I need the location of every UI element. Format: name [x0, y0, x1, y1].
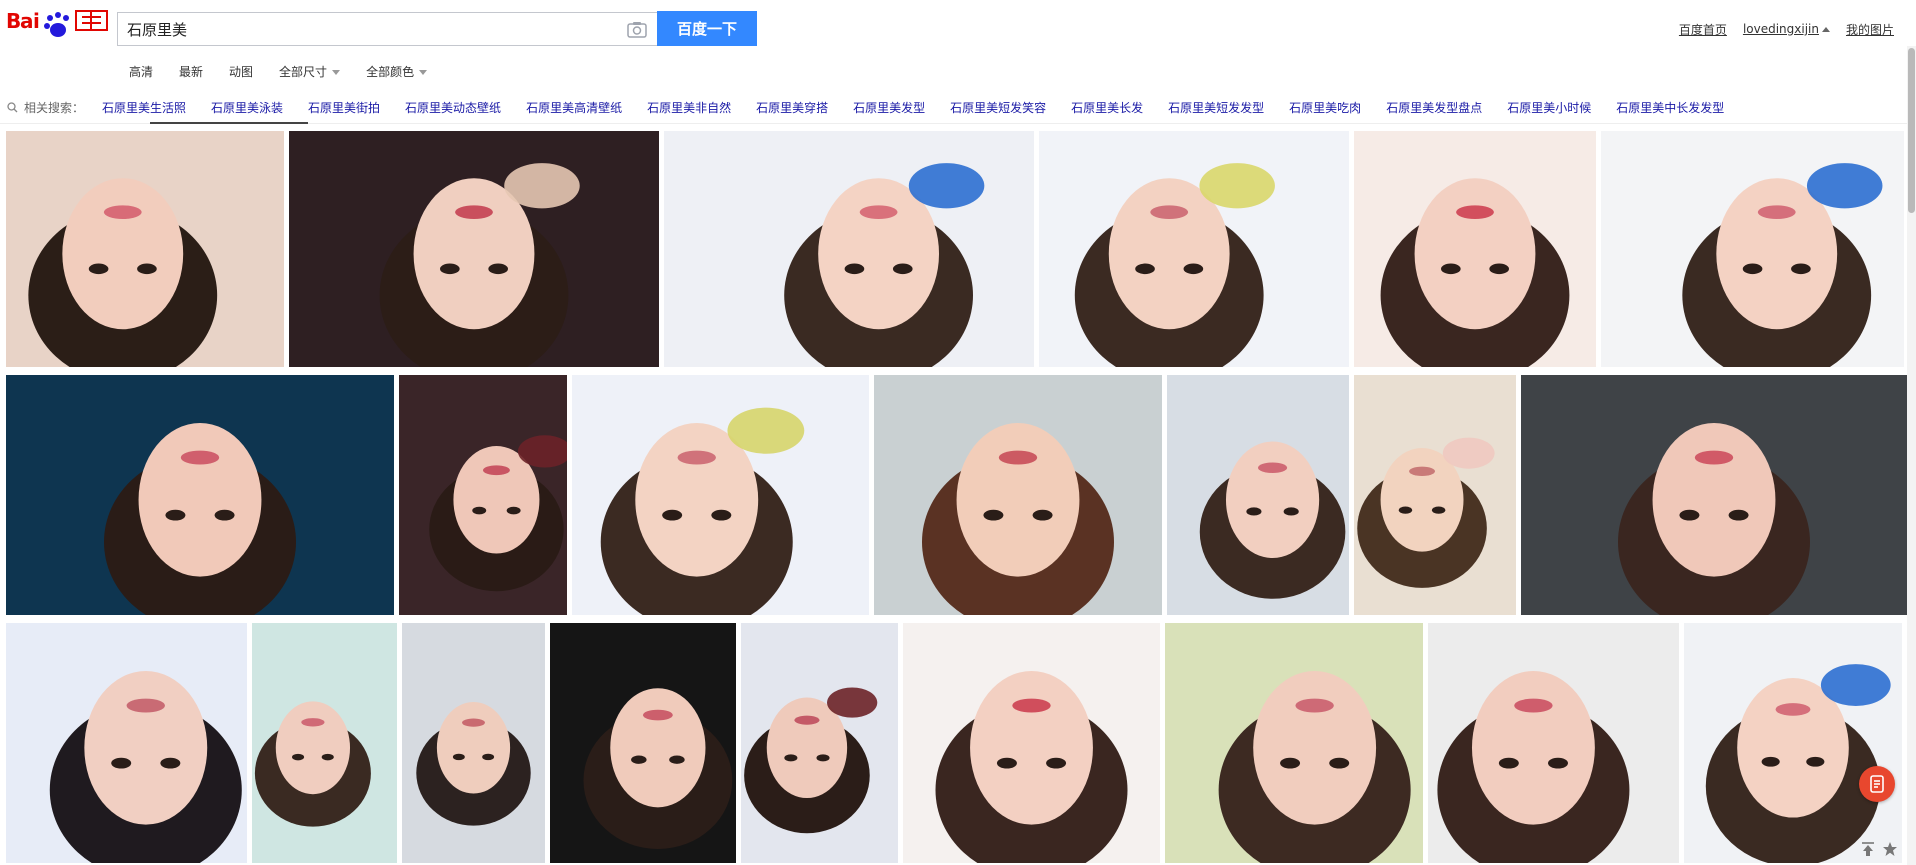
baidu-image-logo-icon[interactable]: B a i — [6, 6, 110, 42]
header: B a i 百度一下 百度首页 lovedingxijin 我的图 — [0, 0, 1916, 52]
related-search-link[interactable]: 石原里美中长发发型 — [1616, 99, 1724, 116]
image-thumbnail-art — [252, 623, 397, 863]
image-thumbnail[interactable] — [1354, 375, 1516, 615]
related-search-link[interactable]: 石原里美短发笑容 — [950, 99, 1046, 116]
image-thumbnail-art — [1601, 131, 1904, 367]
related-active-underline — [150, 122, 308, 124]
image-thumbnail-art — [6, 623, 247, 863]
related-search-link[interactable]: 石原里美发型 — [853, 99, 925, 116]
related-search-link[interactable]: 石原里美高清壁纸 — [526, 99, 622, 116]
chevron-down-icon — [419, 69, 428, 75]
image-thumbnail-art — [1684, 623, 1902, 863]
image-thumbnail[interactable] — [1354, 131, 1596, 367]
my-images-link[interactable]: 我的图片 — [1846, 21, 1894, 38]
related-search-link[interactable]: 石原里美泳装 — [211, 99, 283, 116]
scrollbar[interactable] — [1907, 46, 1916, 865]
image-thumbnail-art — [6, 375, 394, 615]
image-thumbnail[interactable] — [1601, 131, 1904, 367]
image-thumbnail-art — [402, 623, 545, 863]
chevron-down-icon — [332, 69, 341, 75]
related-search-link[interactable]: 石原里美穿搭 — [756, 99, 828, 116]
image-thumbnail[interactable] — [1684, 623, 1902, 863]
related-search-link[interactable]: 石原里美长发 — [1071, 99, 1143, 116]
baidu-home-link[interactable]: 百度首页 — [1679, 21, 1727, 38]
filter-size-label: 全部尺寸 — [279, 64, 328, 79]
image-thumbnail[interactable] — [1521, 375, 1907, 615]
image-thumbnail-art — [6, 131, 284, 367]
image-thumbnail-art — [1354, 375, 1516, 615]
caret-up-icon — [1821, 27, 1830, 32]
related-search-link[interactable]: 石原里美生活照 — [102, 99, 186, 116]
image-thumbnail[interactable] — [874, 375, 1162, 615]
image-thumbnail[interactable] — [664, 131, 1034, 367]
image-thumbnail-art — [874, 375, 1162, 615]
image-thumbnail-art — [664, 131, 1034, 367]
image-thumbnail-art — [1521, 375, 1907, 615]
image-thumbnail-art — [903, 623, 1160, 863]
svg-text:i: i — [33, 9, 40, 33]
image-thumbnail[interactable] — [289, 131, 659, 367]
image-thumbnail[interactable] — [399, 375, 567, 615]
star-icon[interactable] — [1882, 841, 1898, 857]
image-thumbnail-art — [572, 375, 869, 615]
related-search-link[interactable]: 石原里美街拍 — [308, 99, 380, 116]
image-thumbnail-art — [1167, 375, 1349, 615]
related-search-list: 石原里美生活照 石原里美泳装 石原里美街拍 石原里美动态壁纸 石原里美高清壁纸 石原里美非… — [102, 98, 1749, 116]
image-thumbnail-art — [1165, 623, 1423, 863]
image-thumbnail[interactable] — [903, 623, 1160, 863]
back-to-top-icon[interactable] — [1860, 841, 1876, 857]
filter-animated[interactable]: 动图 — [229, 63, 253, 80]
image-thumbnail[interactable] — [252, 623, 397, 863]
related-search-link[interactable]: 石原里美短发发型 — [1168, 99, 1264, 116]
image-thumbnail[interactable] — [6, 131, 284, 367]
filter-color-dropdown[interactable]: 全部颜色 — [366, 63, 428, 80]
related-search-link[interactable]: 石原里美发型盘点 — [1386, 99, 1482, 116]
camera-icon[interactable] — [627, 21, 647, 38]
image-thumbnail[interactable] — [6, 375, 394, 615]
image-thumbnail[interactable] — [1428, 623, 1679, 863]
search-button[interactable]: 百度一下 — [657, 11, 757, 46]
image-thumbnail-art — [1354, 131, 1596, 367]
filter-latest[interactable]: 最新 — [179, 63, 203, 80]
svg-text:B: B — [6, 9, 21, 33]
related-search-link[interactable]: 石原里美非自然 — [647, 99, 731, 116]
search-icon — [7, 101, 18, 112]
image-thumbnail-art — [550, 623, 736, 863]
image-thumbnail[interactable] — [6, 623, 247, 863]
image-thumbnail-art — [399, 375, 567, 615]
floating-tools — [1860, 841, 1906, 861]
image-thumbnail[interactable] — [1039, 131, 1349, 367]
search-box — [117, 12, 657, 46]
image-thumbnail-art — [741, 623, 898, 863]
related-search-link[interactable]: 石原里美动态壁纸 — [405, 99, 501, 116]
related-search-label-group: 相关搜索： — [7, 98, 84, 116]
image-thumbnail-art — [1039, 131, 1349, 367]
image-thumbnail[interactable] — [402, 623, 545, 863]
username-link[interactable]: lovedingxijin — [1743, 22, 1830, 36]
search-input[interactable] — [118, 13, 598, 45]
filter-size-dropdown[interactable]: 全部尺寸 — [279, 63, 341, 80]
image-thumbnail[interactable] — [550, 623, 736, 863]
filter-color-label: 全部颜色 — [366, 64, 415, 79]
svg-text:a: a — [20, 9, 34, 33]
top-links: 百度首页 lovedingxijin 我的图片 — [1663, 20, 1894, 38]
scrollbar-thumb[interactable] — [1908, 48, 1915, 213]
image-thumbnail-art — [1428, 623, 1679, 863]
image-thumbnail[interactable] — [572, 375, 869, 615]
related-search-link[interactable]: 石原里美吃肉 — [1289, 99, 1361, 116]
baidu-image-search-page: B a i 百度一下 百度首页 lovedingxijin 我的图 — [0, 0, 1916, 865]
username-label: lovedingxijin — [1742, 22, 1819, 36]
image-thumbnail[interactable] — [1165, 623, 1423, 863]
filter-bar: 高清 最新 动图 全部尺寸 全部颜色 — [129, 62, 453, 80]
image-thumbnail-art — [289, 131, 659, 367]
related-search-link[interactable]: 石原里美小时候 — [1507, 99, 1591, 116]
filter-hd[interactable]: 高清 — [129, 63, 153, 80]
image-thumbnail[interactable] — [1167, 375, 1349, 615]
related-search-label: 相关搜索： — [24, 100, 85, 115]
related-search-bar: 相关搜索： 石原里美生活照 石原里美泳装 石原里美街拍 石原里美动态壁纸 石原里美高清壁… — [0, 92, 1916, 124]
document-icon — [1870, 775, 1884, 793]
feedback-float-button[interactable] — [1859, 766, 1895, 802]
image-thumbnail[interactable] — [741, 623, 898, 863]
